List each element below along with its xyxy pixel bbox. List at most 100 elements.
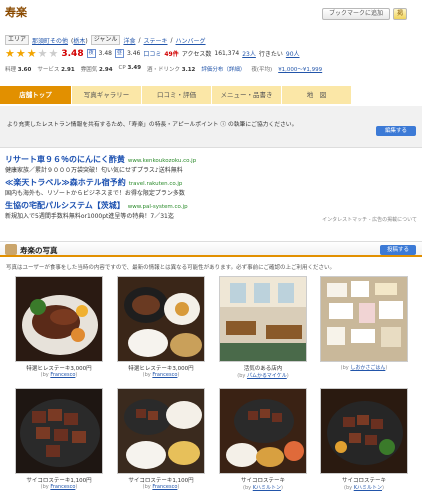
ad-desc: 健康家族／累計９０００万袋突破！匂い気にせずプラス♪送料無料 — [5, 167, 183, 174]
service-score: 2.91 — [61, 67, 75, 73]
drink-label: 酒・ドリンク — [147, 67, 181, 73]
cp-label: CP — [118, 65, 126, 71]
ad-url[interactable]: www.kenkoukozoku.co.jp — [128, 158, 196, 164]
day-badge: 昼 — [114, 49, 124, 58]
cp-score: 3.49 — [127, 65, 142, 71]
photo-caption: サイコロステーキ — [240, 478, 285, 484]
ads-section: リサート車９６％のにんにく酢黄 www.kenkoukozoku.co.jp 健康… — [5, 154, 417, 223]
dice-steak-photo[interactable] — [15, 388, 103, 474]
by-suffix: ) — [75, 484, 78, 490]
photographer-link[interactable]: Francesco — [152, 372, 177, 378]
visit-label: 行きたい — [258, 51, 283, 58]
area-link[interactable]: 那須町その他 — [32, 36, 68, 45]
bookmark-button[interactable]: ブックマークに追加 — [322, 8, 390, 20]
post-tab-button[interactable]: 掲 — [393, 8, 407, 20]
edit-button[interactable]: 編集する — [376, 126, 416, 136]
night-score: 3.48 — [98, 50, 112, 57]
ryori-score: 3.60 — [17, 67, 32, 73]
tab-photo-gallery[interactable]: 写真ギャラリー — [72, 86, 142, 104]
genre-link-3[interactable]: ハンバーグ — [176, 36, 206, 45]
ad-title[interactable]: 生協の宅配パルシステム【茨城】 — [5, 201, 125, 210]
photo-item[interactable]: サイコロステーキ1,100円 (by Francesco) — [117, 388, 205, 490]
day-score: 3.46 — [126, 50, 141, 57]
photo-caption: サイコロステーキ — [341, 478, 386, 484]
reviews-count[interactable]: 49件 — [164, 49, 178, 58]
photo-section-title: 寿楽の写真 — [20, 246, 58, 255]
photo-item[interactable]: 特選ヒレステーキ3,000円 (by Francesco) — [117, 276, 205, 378]
by-prefix: (by — [237, 373, 246, 379]
post-photo-button[interactable]: 投稿する — [380, 245, 416, 255]
price-value[interactable]: ¥1,000～¥1,999 — [278, 65, 322, 73]
tab-map[interactable]: 地 図 — [282, 86, 352, 104]
rating-row: ★ ★ ★ ★ ★ 3.48 夜 3.48 昼 3.46 口コミ 49件 アクセ… — [5, 48, 300, 59]
tab-store-top[interactable]: 店舗トップ — [0, 86, 72, 104]
genre-link-2[interactable]: ステーキ — [143, 36, 167, 45]
photographer-link[interactable]: パムかるマイケル — [247, 373, 287, 379]
photo-caption: サイコロステーキ1,100円 — [26, 478, 92, 484]
ad-url[interactable]: travel.rakuten.co.jp — [129, 181, 183, 187]
fun-label: 雰囲気 — [80, 67, 98, 73]
by-prefix: (by — [344, 485, 353, 491]
ad-item: ≪楽天トラベル≫森ホテル宿予約 travel.rakuten.co.jp 国内も海… — [5, 177, 417, 197]
by-prefix: (by — [40, 484, 49, 490]
by-prefix: (by — [142, 484, 151, 490]
by-prefix: (by — [40, 372, 49, 378]
photo-item[interactable]: サイコロステーキ (by Kハミルトン) — [320, 388, 408, 491]
visit-count[interactable]: 90人 — [286, 49, 300, 58]
steak-photo[interactable] — [15, 276, 103, 362]
star-icon: ★ — [26, 47, 37, 60]
dice-steak-tray-photo[interactable] — [219, 388, 307, 474]
dice-steak-set-photo[interactable] — [117, 388, 205, 474]
photo-caption: 特選ヒレステーキ3,000円 — [26, 366, 92, 372]
dice-steak-plate-photo[interactable] — [320, 388, 408, 474]
photo-item[interactable]: 特選ヒレステーキ3,000円 (by Francesco) — [15, 276, 103, 378]
photo-note: 写真はユーザーが食事をした当時の内容ですので、最新の情報とは異なる可能性がありま… — [6, 265, 336, 271]
tab-reviews[interactable]: 口コミ・評価 — [142, 86, 212, 104]
reviews-label[interactable]: 口コミ — [143, 49, 161, 58]
fun-score: 2.94 — [98, 67, 113, 73]
restaurant-title: 寿楽 — [5, 6, 27, 19]
area-genre-row: エリア 那須町その他 (栃木) ジャンル 洋食 / ステーキ / ハンバーグ — [5, 35, 206, 45]
ads-footer[interactable]: インタレストマッチ - 広告の掲載について — [322, 216, 417, 223]
service-label: サービス — [37, 67, 60, 73]
steak-set-photo[interactable] — [117, 276, 205, 362]
by-suffix: ) — [382, 485, 384, 491]
by-prefix: (by — [243, 485, 252, 491]
drink-score: 3.12 — [181, 67, 196, 73]
people-count[interactable]: 23人 — [242, 49, 256, 58]
area-pref-wrapper: (栃木) — [71, 37, 88, 45]
by-prefix: (by — [340, 365, 349, 371]
photo-item[interactable]: サイコロステーキ (by Kハミルトン) — [219, 388, 307, 491]
ad-title[interactable]: ≪楽天トラベル≫森ホテル宿予約 — [5, 178, 126, 187]
photo-caption: 活気のある店内 — [243, 366, 283, 372]
access-value: 161,374 — [214, 50, 240, 57]
photographer-link[interactable]: Kハミルトン — [354, 485, 382, 491]
wall-notes-photo[interactable] — [320, 276, 408, 362]
photo-item[interactable]: (by しおかさごはん) — [320, 276, 408, 371]
by-suffix: ) — [286, 373, 289, 379]
night-badge: 夜 — [86, 49, 96, 58]
distribution-link[interactable]: 評価分布（詳細） — [201, 65, 245, 73]
genre-link-1[interactable]: 洋食 — [123, 36, 135, 45]
tab-menu[interactable]: メニュー・品書き — [212, 86, 282, 104]
ad-title[interactable]: リサート車９６％のにんにく酢黄 — [5, 155, 125, 164]
tab-filler — [352, 86, 422, 104]
photographer-link[interactable]: Kハミルトン — [253, 485, 281, 491]
by-suffix: ) — [177, 484, 180, 490]
ryori-label: 料理 — [5, 67, 17, 73]
pref-link[interactable]: 栃木 — [73, 38, 85, 45]
tab-bar: 店舗トップ 写真ギャラリー 口コミ・評価 メニュー・品書き 地 図 — [0, 86, 422, 104]
photo-item[interactable]: 活気のある店内 (by パムかるマイケル) — [219, 276, 307, 379]
subscore-row: 料理 3.60 サービス 2.91 雰囲気 2.94 CP 3.49 酒・ドリン… — [5, 65, 322, 73]
photographer-link[interactable]: しおかさごはん — [350, 365, 385, 371]
photo-item[interactable]: サイコロステーキ1,100円 (by Francesco) — [15, 388, 103, 490]
photographer-link[interactable]: Francesco — [152, 484, 177, 490]
photographer-link[interactable]: Francesco — [50, 372, 75, 378]
ad-desc: 国内も海外も、リゾートからビジネスまで！お得な限定プラン多数 — [5, 190, 185, 197]
interior-photo[interactable] — [219, 276, 307, 362]
edit-notice: より充実したレストラン情報を共有するため、「寿楽」の特長・アピールポイント ⓘ … — [0, 106, 422, 148]
restaurant-header: 寿楽 ブックマークに追加 掲 エリア 那須町その他 (栃木) ジャンル 洋食 /… — [0, 0, 422, 80]
ad-url[interactable]: www.pal-system.co.jp — [128, 204, 188, 210]
photographer-link[interactable]: Francesco — [50, 484, 75, 490]
overall-score: 3.48 — [61, 48, 84, 59]
